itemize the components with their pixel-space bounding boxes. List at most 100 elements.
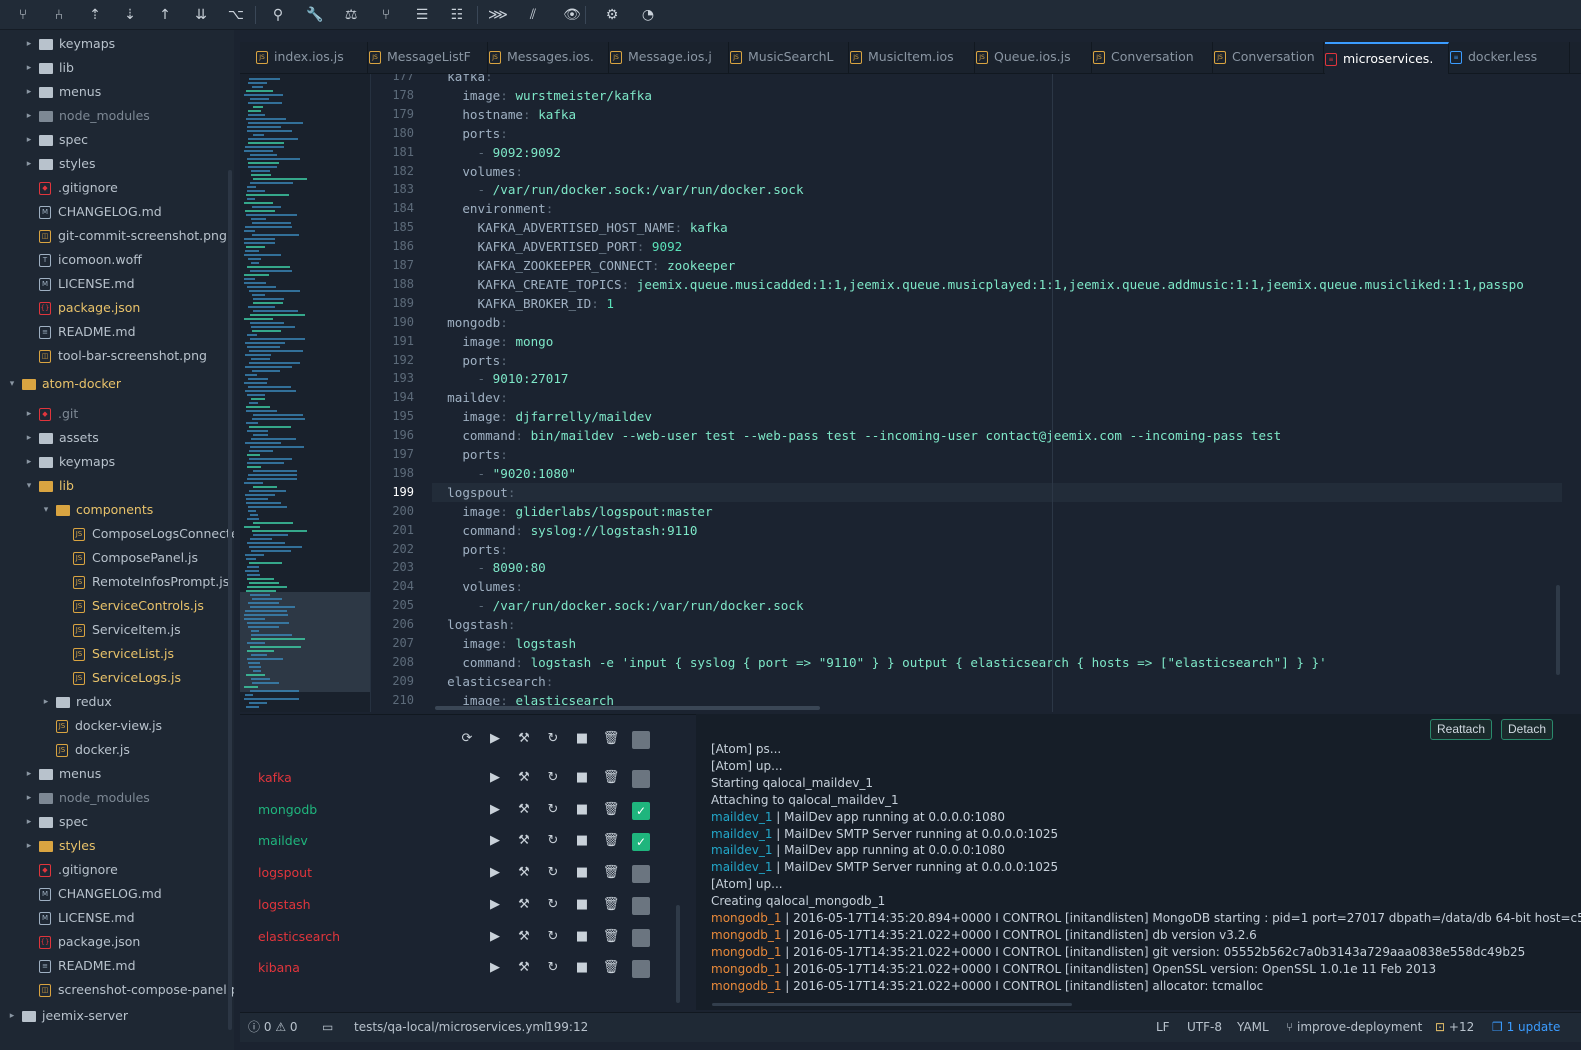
- git-changes[interactable]: ⊡ +12: [1435, 1013, 1474, 1041]
- restart-icon[interactable]: ↻: [544, 896, 562, 914]
- tree-item[interactable]: ▸ node_modules: [23, 786, 150, 810]
- git-push-icon[interactable]: ⇡: [84, 4, 106, 26]
- tree-item[interactable]: JS ComposeLogsConnecter: [57, 522, 234, 546]
- tree-item[interactable]: M CHANGELOG.md: [23, 200, 162, 224]
- branches-icon[interactable]: ⋙: [487, 4, 509, 26]
- tree-item[interactable]: ≡ README.md: [23, 954, 136, 978]
- play-icon[interactable]: ▶: [486, 832, 504, 850]
- service-checkbox[interactable]: ✓: [632, 833, 650, 852]
- code-line[interactable]: logstash:: [432, 615, 515, 634]
- play-icon[interactable]: ▶: [486, 928, 504, 946]
- tree-item[interactable]: JS ServiceLogs.js: [57, 666, 181, 690]
- tree-item[interactable]: Ticomoon.woff: [23, 248, 142, 272]
- code-line[interactable]: - 9010:27017: [432, 369, 568, 388]
- code-line[interactable]: ports:: [432, 351, 508, 370]
- line-ending[interactable]: LF: [1156, 1013, 1170, 1041]
- tree-item[interactable]: ▸ keymaps: [23, 450, 115, 474]
- play-icon[interactable]: ▶: [486, 769, 504, 787]
- arrow-up-icon[interactable]: ↑: [154, 4, 176, 26]
- tree-item[interactable]: ▸ ◆ .git: [23, 402, 79, 426]
- tree-item[interactable]: {} package.json: [23, 296, 140, 320]
- code-area[interactable]: kafka: image: wurstmeister/kafka hostnam…: [432, 74, 1581, 712]
- code-line[interactable]: volumes:: [432, 577, 523, 596]
- stop-icon[interactable]: ■: [573, 832, 591, 850]
- code-line[interactable]: - /var/run/docker.sock:/var/run/docker.s…: [432, 596, 803, 615]
- code-line[interactable]: image: gliderlabs/logspout:master: [432, 502, 712, 521]
- select-all-checkbox[interactable]: [632, 731, 650, 749]
- stop-icon[interactable]: ■: [573, 896, 591, 914]
- build-icon[interactable]: ⚒: [515, 959, 533, 977]
- tab[interactable]: JS MusicSearchL: [730, 42, 849, 74]
- eye-icon[interactable]: 👁: [561, 4, 583, 26]
- tree-item[interactable]: ▾ components: [40, 498, 154, 522]
- service-name[interactable]: kibana: [258, 960, 300, 975]
- stop-icon[interactable]: ■: [573, 864, 591, 882]
- fork-icon[interactable]: ⑂: [375, 4, 397, 26]
- code-line[interactable]: KAFKA_ADVERTISED_HOST_NAME: kafka: [432, 218, 728, 237]
- stop-icon[interactable]: ■: [573, 801, 591, 819]
- stop-icon[interactable]: ■: [573, 928, 591, 946]
- compose-panel-scrollbar[interactable]: [676, 905, 680, 1003]
- play-icon[interactable]: ▶: [486, 864, 504, 882]
- restart-all-icon[interactable]: ↻: [544, 730, 562, 748]
- tree-item[interactable]: JS docker-view.js: [40, 714, 162, 738]
- grammar[interactable]: YAML: [1237, 1013, 1269, 1041]
- tab[interactable]: JS MusicItem.ios: [850, 42, 975, 74]
- build-icon[interactable]: ⚒: [515, 769, 533, 787]
- git-branch[interactable]: ⑂ improve-deployment: [1286, 1013, 1422, 1041]
- play-icon[interactable]: ▶: [486, 801, 504, 819]
- play-icon[interactable]: ▶: [486, 959, 504, 977]
- error-count-item[interactable]: ⓘ 0 ⚠ 0: [248, 1013, 298, 1041]
- tree-item[interactable]: ◆ .gitignore: [23, 176, 118, 200]
- text-editor[interactable]: 177 178 179 180 181 182 183 184 185 186 187 188 189 1…: [240, 74, 1581, 712]
- wrench-icon[interactable]: 🔧: [304, 4, 326, 26]
- code-line[interactable]: hostname: kafka: [432, 105, 576, 124]
- build-icon[interactable]: ⚒: [515, 896, 533, 914]
- code-line[interactable]: - 8090:80: [432, 558, 545, 577]
- restart-icon[interactable]: ↻: [544, 928, 562, 946]
- service-name[interactable]: kafka: [258, 770, 292, 785]
- code-line[interactable]: image: wurstmeister/kafka: [432, 86, 652, 105]
- restart-icon[interactable]: ↻: [544, 959, 562, 977]
- service-checkbox[interactable]: [632, 960, 650, 979]
- tree-item[interactable]: {} package.json: [23, 930, 140, 954]
- reattach-button[interactable]: Reattach: [1430, 719, 1493, 740]
- code-line[interactable]: KAFKA_ADVERTISED_PORT: 9092: [432, 237, 683, 256]
- git-graph-icon[interactable]: ⌥: [225, 4, 247, 26]
- scale-icon[interactable]: ⚖: [340, 4, 362, 26]
- tree-item[interactable]: ▸ spec: [23, 128, 88, 152]
- code-line[interactable]: elasticsearch:: [432, 672, 553, 691]
- code-line[interactable]: ports:: [432, 540, 508, 559]
- tree-item[interactable]: JS ServiceList.js: [57, 642, 174, 666]
- tab[interactable]: ≡ microservices.: [1325, 42, 1449, 74]
- service-name[interactable]: elasticsearch: [258, 929, 340, 944]
- detach-button[interactable]: Detach: [1501, 719, 1554, 740]
- trash-icon[interactable]: 🗑: [602, 769, 620, 787]
- git-branch-icon[interactable]: ⑂: [12, 4, 34, 26]
- code-line[interactable]: KAFKA_BROKER_ID: 1: [432, 294, 615, 313]
- service-checkbox[interactable]: [632, 928, 650, 947]
- logs-horizontal-scrollbar[interactable]: [712, 1003, 1072, 1006]
- cursor-position[interactable]: 199:12: [546, 1013, 588, 1041]
- tree-item[interactable]: ▸ jeemix-server: [6, 1004, 128, 1028]
- tree-item[interactable]: M LICENSE.md: [23, 906, 135, 930]
- code-line[interactable]: maildev:: [432, 388, 508, 407]
- service-name[interactable]: maildev: [258, 833, 308, 848]
- restart-icon[interactable]: ↻: [544, 769, 562, 787]
- stop-icon[interactable]: ■: [573, 959, 591, 977]
- gear-icon[interactable]: ⚙: [601, 4, 623, 26]
- tab[interactable]: JS Conversation: [1093, 42, 1213, 74]
- code-line[interactable]: KAFKA_CREATE_TOPICS: jeemix.queue.musica…: [432, 275, 1524, 294]
- trash-icon[interactable]: 🗑: [602, 928, 620, 946]
- tree-item[interactable]: ▸ keymaps: [23, 32, 115, 56]
- restart-icon[interactable]: ↻: [544, 832, 562, 850]
- trash-icon[interactable]: 🗑: [602, 959, 620, 977]
- trash-icon[interactable]: 🗑: [602, 832, 620, 850]
- stop-all-icon[interactable]: ■: [573, 730, 591, 748]
- code-line[interactable]: - 9092:9092: [432, 143, 560, 162]
- service-checkbox[interactable]: [632, 896, 650, 915]
- tree-item[interactable]: ▸ styles: [23, 834, 96, 858]
- list-icon[interactable]: ☰: [411, 4, 433, 26]
- trash-icon[interactable]: 🗑: [602, 896, 620, 914]
- tab[interactable]: JS Message.ios.j: [610, 42, 729, 74]
